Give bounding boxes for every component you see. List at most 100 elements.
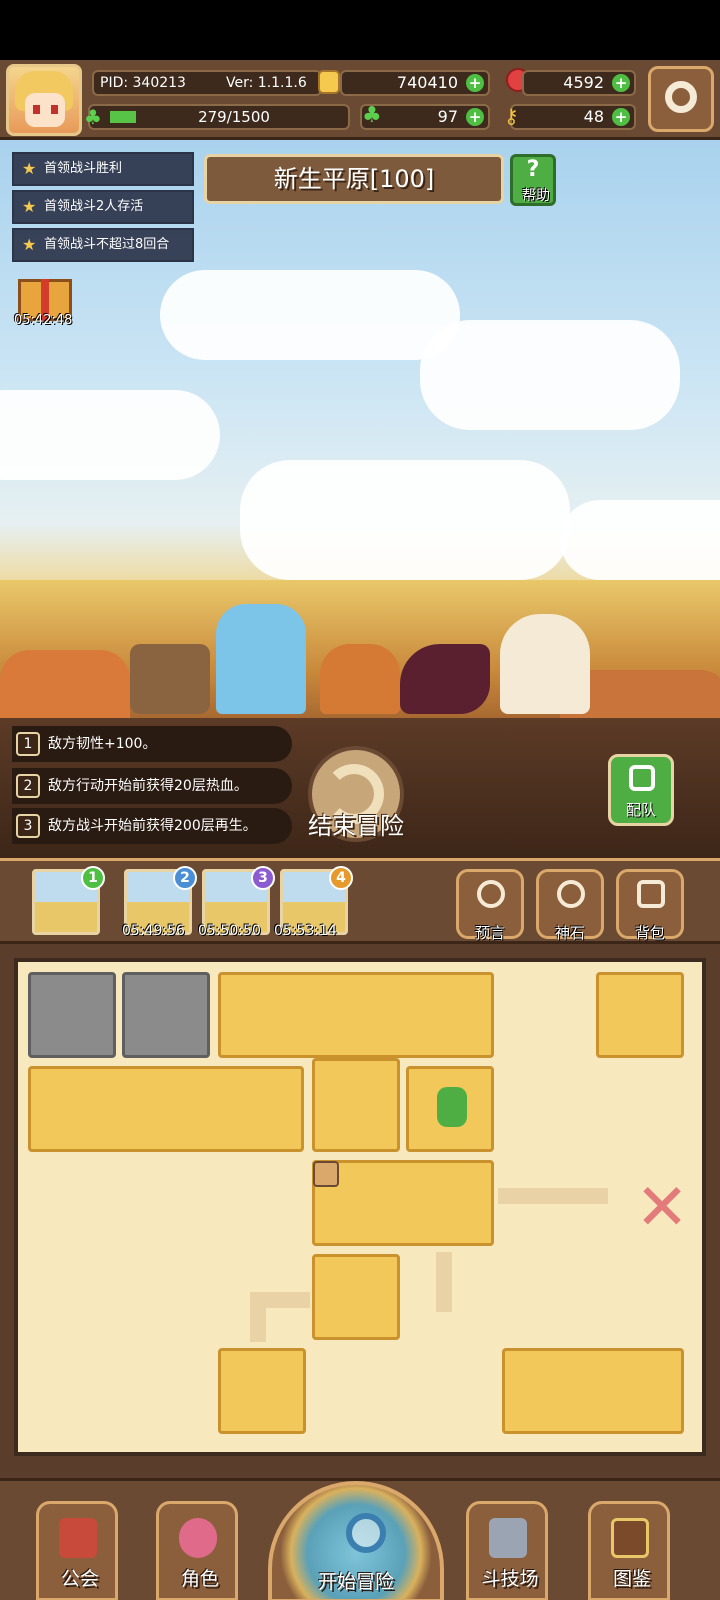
team-icon <box>629 765 655 791</box>
crystal-ball-icon <box>477 880 505 908</box>
question-icon: ? <box>526 157 540 182</box>
system-status-bar <box>0 0 720 60</box>
character-icon <box>179 1518 217 1558</box>
godstone-button[interactable]: 神石 <box>536 869 604 942</box>
player-id: PID: 340213 <box>100 75 186 91</box>
guild-house-icon <box>59 1518 97 1558</box>
enemy-effect: 2 敌方行动开始前获得20层热血。 <box>12 768 292 804</box>
nav-guild-label: 公会 <box>60 1568 99 1590</box>
goblin-tile[interactable] <box>406 1066 494 1152</box>
key-value: 48 <box>583 107 604 126</box>
map-tile[interactable] <box>218 972 494 1058</box>
skull-tile[interactable] <box>502 1348 684 1434</box>
dark-hero-unit <box>400 644 490 714</box>
backpack-button[interactable]: 背包 <box>616 869 684 942</box>
nav-guild[interactable]: 公会 <box>36 1501 118 1600</box>
add-key-button[interactable]: + <box>612 108 630 126</box>
stage-timer: 05:50:50 <box>198 923 261 939</box>
cloud <box>160 270 460 360</box>
region-title: 新生平原[100] <box>204 154 504 204</box>
add-clover-button[interactable]: + <box>466 108 484 126</box>
enemy-effect: 3 敌方战斗开始前获得200层再生。 <box>12 808 292 844</box>
stage-timer: 05:53:14 <box>274 923 337 939</box>
key-counter: 48 + <box>510 104 636 130</box>
player-avatar[interactable] <box>6 64 82 136</box>
book-icon <box>611 1518 649 1558</box>
nav-character[interactable]: 角色 <box>156 1501 238 1600</box>
cloud <box>240 460 570 580</box>
star-icon: ★ <box>22 159 37 178</box>
gear-icon <box>665 81 697 113</box>
stage-badge: 2 <box>173 866 197 890</box>
battle-scene: ★ 首领战斗胜利 ★ 首领战斗2人存活 ★ 首领战斗不超过8回合 05:42:4… <box>0 140 720 730</box>
cauldron-tile[interactable] <box>218 1348 306 1434</box>
add-gem-button[interactable]: + <box>612 74 630 92</box>
team-setup-button[interactable]: 配队 <box>608 754 674 826</box>
gift-box-button[interactable]: 05:42:48 <box>14 275 76 339</box>
ice-hero-unit <box>216 604 306 714</box>
stone-icon <box>557 880 585 908</box>
settings-button[interactable] <box>648 66 714 132</box>
rock-tile <box>122 972 210 1058</box>
stage-badge: 3 <box>251 866 275 890</box>
stage-badge: 4 <box>329 866 353 890</box>
team-label: 配队 <box>625 801 656 819</box>
end-adventure-button[interactable]: 结束冒险 <box>302 746 410 850</box>
gift-timer: 05:42:48 <box>14 313 73 328</box>
gold-value: 740410 <box>396 73 458 92</box>
backpack-label: 背包 <box>634 924 665 942</box>
nav-codex[interactable]: 图鉴 <box>588 1501 670 1600</box>
magnifier-icon <box>346 1513 386 1553</box>
energy-bar: ♣ 279/1500 <box>84 104 350 130</box>
nav-start-adventure[interactable]: 开始冒险 <box>268 1481 444 1600</box>
clover-icon: ♣ <box>362 103 382 128</box>
nav-start-label: 开始冒险 <box>317 1571 394 1593</box>
map-path <box>250 1292 266 1342</box>
gem-counter: 4592 + <box>522 70 636 96</box>
stage-timer: 05:49:56 <box>122 923 185 939</box>
backpack-icon <box>637 880 665 908</box>
gem-value: 4592 <box>563 73 604 92</box>
map-frame: ✕ <box>0 944 720 1478</box>
quest-item[interactable]: ★ 首领战斗胜利 <box>12 152 194 186</box>
star-icon: ★ <box>22 235 37 254</box>
stage-slot[interactable]: 1 <box>32 866 105 935</box>
top-header: PID: 340213 Ver: 1.1.1.6 ♣ 279/1500 7404… <box>0 60 720 140</box>
prophecy-button[interactable]: 预言 <box>456 869 524 942</box>
map-tile[interactable] <box>596 972 684 1058</box>
quest-item[interactable]: ★ 首领战斗2人存活 <box>12 190 194 224</box>
star-icon: ★ <box>22 197 37 216</box>
tree-tile[interactable] <box>312 1058 400 1152</box>
campfire-tile[interactable] <box>312 1254 400 1340</box>
energy-value: 279/1500 <box>198 108 270 126</box>
rocks-tile[interactable] <box>28 1066 304 1152</box>
help-button[interactable]: ? 帮助 <box>510 154 556 206</box>
end-adventure-label: 结束冒险 <box>308 812 404 840</box>
map-path <box>436 1252 452 1312</box>
dirt-mound-tile[interactable] <box>312 1160 494 1246</box>
quest-item[interactable]: ★ 首领战斗不超过8回合 <box>12 228 194 262</box>
help-label: 帮助 <box>522 188 550 204</box>
nav-codex-label: 图鉴 <box>612 1568 651 1590</box>
swords-icon <box>489 1518 527 1558</box>
cloud <box>420 320 680 430</box>
clover-value: 97 <box>437 107 458 126</box>
bird-hero-unit <box>320 644 400 714</box>
gold-coin-icon <box>318 70 340 94</box>
chest-marker-icon <box>313 1161 339 1187</box>
gold-counter: 740410 + <box>340 70 490 96</box>
cloud <box>0 390 220 480</box>
godstone-label: 神石 <box>554 924 585 942</box>
target-x-icon: ✕ <box>635 1171 689 1245</box>
goblin-icon <box>437 1087 467 1127</box>
priestess-hero-unit <box>500 614 590 714</box>
nav-character-label: 角色 <box>180 1568 219 1590</box>
adventure-map: ✕ <box>14 958 706 1456</box>
add-gold-button[interactable]: + <box>466 74 484 92</box>
effects-panel: 1 敌方韧性+100。 2 敌方行动开始前获得20层热血。 3 敌方战斗开始前获… <box>0 718 720 858</box>
nav-arena[interactable]: 斗技场 <box>466 1501 548 1600</box>
stage-badge: 1 <box>81 866 105 890</box>
barrel-unit <box>130 644 210 714</box>
enemy-effect: 1 敌方韧性+100。 <box>12 726 292 762</box>
rock-tile <box>28 972 116 1058</box>
